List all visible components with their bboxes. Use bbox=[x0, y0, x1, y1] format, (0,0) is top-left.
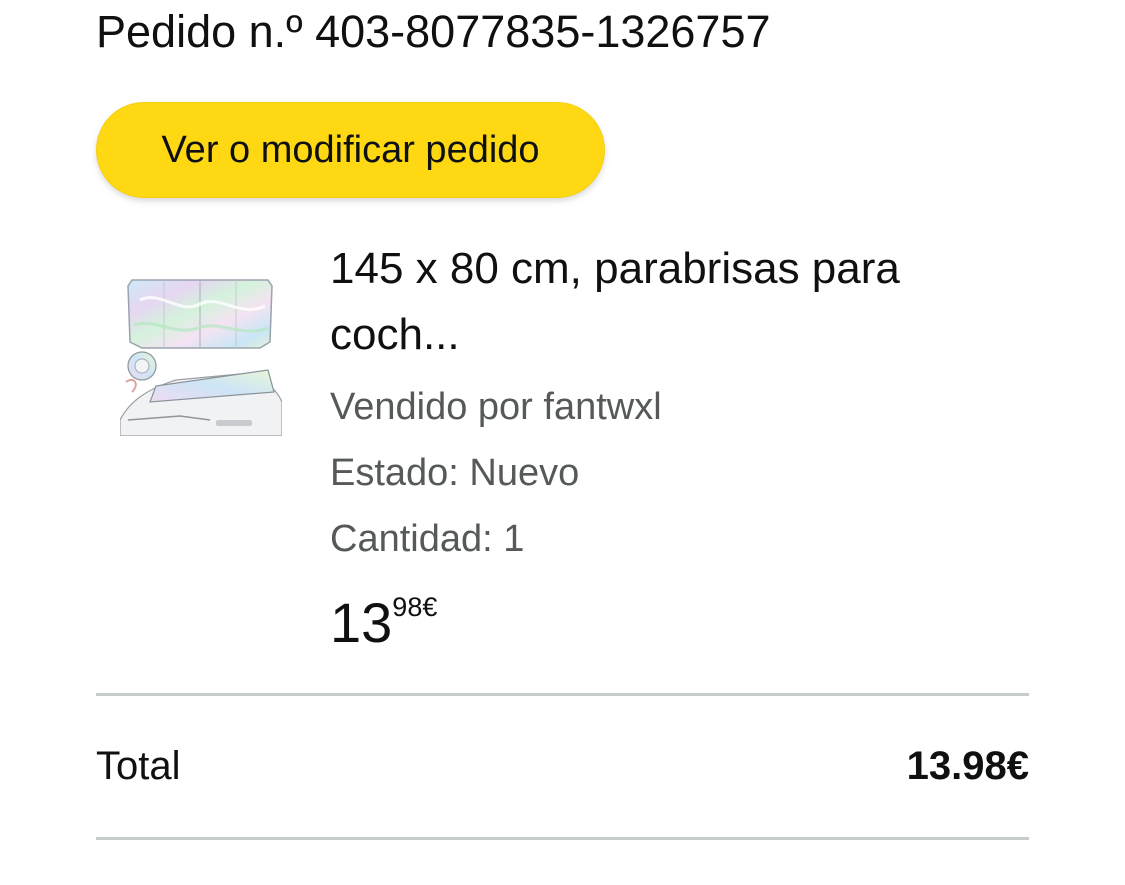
divider bbox=[96, 837, 1029, 840]
seller-label: Vendido por fantwxl bbox=[330, 386, 662, 428]
divider bbox=[96, 693, 1029, 696]
total-value: 13.98€ bbox=[906, 744, 1029, 788]
order-number: Pedido n.º 403-8077835-1326757 bbox=[96, 6, 771, 57]
item-price: 1398€ bbox=[330, 590, 437, 656]
condition-label: Estado: Nuevo bbox=[330, 452, 580, 494]
view-or-modify-order-button[interactable]: Ver o modificar pedido bbox=[96, 102, 605, 198]
product-title[interactable]: 145 x 80 cm, parabrisas para coch... bbox=[330, 236, 1030, 368]
total-label: Total bbox=[96, 744, 181, 788]
product-image[interactable] bbox=[120, 270, 282, 436]
car-sunshade-image bbox=[120, 279, 282, 436]
price-fraction: 98€ bbox=[392, 592, 438, 622]
quantity-label: Cantidad: 1 bbox=[330, 518, 525, 560]
price-whole: 13 bbox=[330, 591, 393, 654]
